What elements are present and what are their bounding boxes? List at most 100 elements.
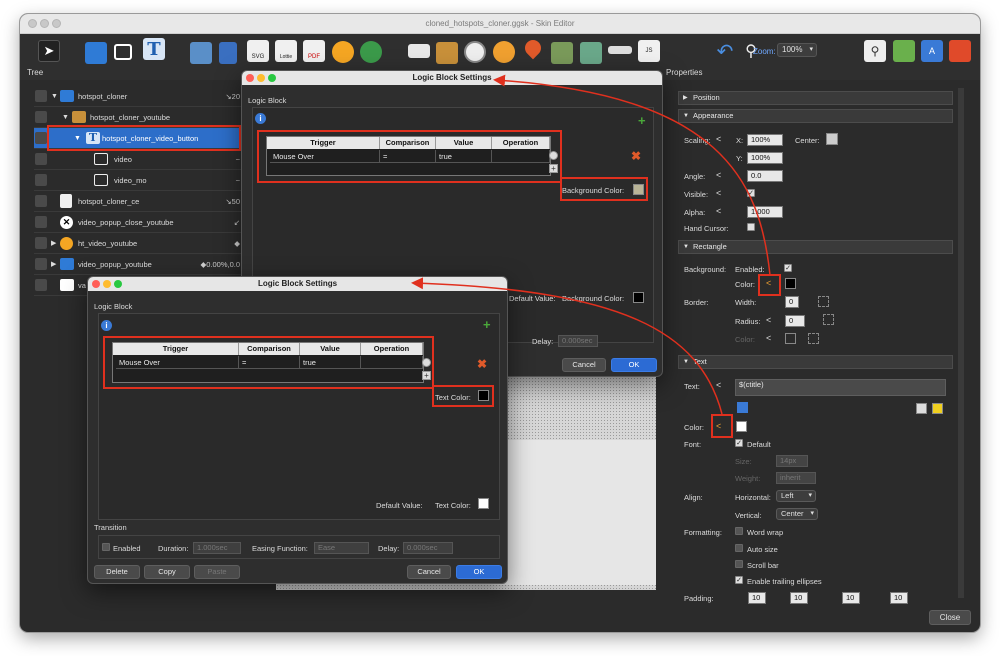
image-icon[interactable] bbox=[190, 42, 212, 64]
padding-input[interactable]: 10 bbox=[890, 592, 908, 604]
section-text[interactable]: Text bbox=[678, 355, 953, 369]
trailing-ellipses-checkbox[interactable]: ✓ bbox=[735, 576, 743, 584]
link-icon[interactable]: < bbox=[766, 333, 771, 343]
border-color-swatch[interactable] bbox=[785, 333, 796, 344]
movie-icon[interactable] bbox=[580, 42, 602, 64]
svg-icon[interactable]: SVG bbox=[247, 40, 269, 62]
size-input[interactable]: 14px bbox=[776, 455, 808, 467]
link-icon[interactable]: < bbox=[716, 206, 721, 216]
eye-icon[interactable] bbox=[35, 132, 47, 144]
transition-enabled-checkbox[interactable] bbox=[102, 543, 110, 551]
auto-size-checkbox[interactable] bbox=[735, 544, 743, 552]
tree-row[interactable]: video_mo ~ bbox=[34, 170, 242, 191]
search-icon[interactable]: ⚲ bbox=[864, 40, 886, 62]
border-width-input[interactable]: 0 bbox=[785, 296, 799, 308]
chevron-right-icon[interactable]: ▶ bbox=[51, 260, 56, 268]
eye-icon[interactable] bbox=[35, 174, 47, 186]
border-color-sides-icon[interactable] bbox=[808, 333, 819, 344]
eye-icon[interactable] bbox=[35, 195, 47, 207]
eye-icon[interactable] bbox=[35, 216, 47, 228]
center-grid-icon[interactable] bbox=[826, 133, 838, 145]
lottie-icon[interactable]: Lottie bbox=[275, 40, 297, 62]
ok-button[interactable]: OK bbox=[456, 565, 502, 579]
map-icon[interactable] bbox=[360, 41, 382, 63]
paint-icon[interactable] bbox=[893, 40, 915, 62]
eye-icon[interactable] bbox=[35, 258, 47, 270]
delete-row-icon[interactable]: ✖ bbox=[477, 357, 487, 371]
close-button[interactable]: Close bbox=[929, 610, 971, 625]
copy-button[interactable]: Copy bbox=[144, 565, 190, 579]
dialog-zoom-icon[interactable] bbox=[114, 280, 122, 288]
eye-icon[interactable] bbox=[35, 237, 47, 249]
info-icon[interactable]: i bbox=[101, 320, 112, 331]
tree-row[interactable]: hotspot_cloner_ce ↘50 bbox=[34, 191, 242, 212]
add-icon[interactable]: + bbox=[638, 113, 646, 128]
eye-icon[interactable] bbox=[35, 90, 47, 102]
cancel-button[interactable]: Cancel bbox=[562, 358, 606, 372]
code-icon[interactable]: JS bbox=[638, 40, 660, 62]
link-icon[interactable]: < bbox=[766, 315, 771, 325]
tree-row[interactable]: ▶ ht_video_youtube ◆ bbox=[34, 233, 242, 254]
padding-input[interactable]: 10 bbox=[748, 592, 766, 604]
minimize-window-button[interactable] bbox=[40, 19, 49, 28]
scale-x-input[interactable]: 100% bbox=[747, 134, 783, 146]
info-icon[interactable]: i bbox=[255, 113, 266, 124]
scale-y-input[interactable]: 100% bbox=[747, 152, 783, 164]
rectangle-icon[interactable] bbox=[114, 44, 132, 60]
add-icon[interactable]: + bbox=[483, 317, 491, 332]
link-icon[interactable]: < bbox=[716, 380, 721, 390]
section-appearance[interactable]: Appearance bbox=[678, 109, 953, 123]
vertical-align-select[interactable]: Center bbox=[776, 508, 818, 520]
cloner-icon[interactable] bbox=[219, 42, 237, 64]
ok-button[interactable]: OK bbox=[611, 358, 657, 372]
paste-button[interactable]: Paste bbox=[194, 565, 240, 579]
weight-select[interactable]: inherit bbox=[776, 472, 816, 484]
border-sides-icon[interactable] bbox=[818, 296, 829, 307]
radius-corners-icon[interactable] bbox=[823, 314, 834, 325]
hand-cursor-checkbox[interactable] bbox=[747, 223, 755, 231]
dialog-minimize-icon[interactable] bbox=[257, 74, 265, 82]
list-icon[interactable] bbox=[408, 44, 430, 58]
text-color-swatch[interactable] bbox=[736, 421, 747, 432]
tree-row[interactable]: ▼ hotspot_cloner ↘20 bbox=[34, 86, 242, 107]
section-position[interactable]: Position bbox=[678, 91, 953, 105]
text-icon[interactable]: T bbox=[143, 38, 165, 60]
delete-button[interactable]: Delete bbox=[94, 565, 140, 579]
angle-input[interactable]: 0.0 bbox=[747, 170, 783, 182]
alpha-input[interactable]: 1.000 bbox=[747, 206, 783, 218]
timer-icon[interactable] bbox=[464, 41, 486, 63]
close-window-button[interactable] bbox=[28, 19, 37, 28]
variable-icon[interactable] bbox=[737, 402, 748, 413]
tree-row[interactable]: ✕ video_popup_close_youtube ↙ bbox=[34, 212, 242, 233]
tree-row[interactable]: video ~ bbox=[34, 149, 242, 170]
padding-input[interactable]: 10 bbox=[842, 592, 860, 604]
eye-icon[interactable] bbox=[35, 279, 47, 291]
link-icon[interactable]: < bbox=[716, 170, 721, 180]
grid-icon[interactable] bbox=[436, 42, 458, 64]
video-icon[interactable] bbox=[551, 42, 573, 64]
text-value-input[interactable]: $(ctitle) bbox=[735, 379, 946, 396]
undo-icon[interactable]: ↶ bbox=[714, 40, 736, 63]
dialog-minimize-icon[interactable] bbox=[103, 280, 111, 288]
chevron-down-icon[interactable]: ▼ bbox=[51, 93, 58, 100]
plugin-icon[interactable] bbox=[949, 40, 971, 62]
container-icon[interactable] bbox=[85, 42, 107, 64]
background-color-swatch[interactable] bbox=[785, 278, 796, 289]
chevron-down-icon[interactable]: ▼ bbox=[62, 114, 69, 121]
properties-scrollbar[interactable] bbox=[958, 88, 964, 598]
delay-input[interactable]: 0.000sec bbox=[403, 542, 453, 554]
padding-input[interactable]: 10 bbox=[790, 592, 808, 604]
zoom-select[interactable]: 100% bbox=[777, 43, 817, 57]
bar-icon[interactable] bbox=[608, 46, 632, 54]
link-icon[interactable]: < bbox=[716, 188, 721, 198]
word-wrap-checkbox[interactable] bbox=[735, 527, 743, 535]
background-enabled-checkbox[interactable]: ✓ bbox=[784, 264, 792, 272]
easing-select[interactable]: Ease bbox=[314, 542, 369, 554]
eye-icon[interactable] bbox=[35, 111, 47, 123]
translate-small-icon[interactable] bbox=[916, 403, 927, 414]
radius-input[interactable]: 0 bbox=[785, 315, 805, 327]
edit-icon[interactable] bbox=[932, 403, 943, 414]
hotspot-icon[interactable] bbox=[332, 41, 354, 63]
horizontal-align-select[interactable]: Left bbox=[776, 490, 816, 502]
chevron-right-icon[interactable]: ▶ bbox=[51, 239, 56, 247]
